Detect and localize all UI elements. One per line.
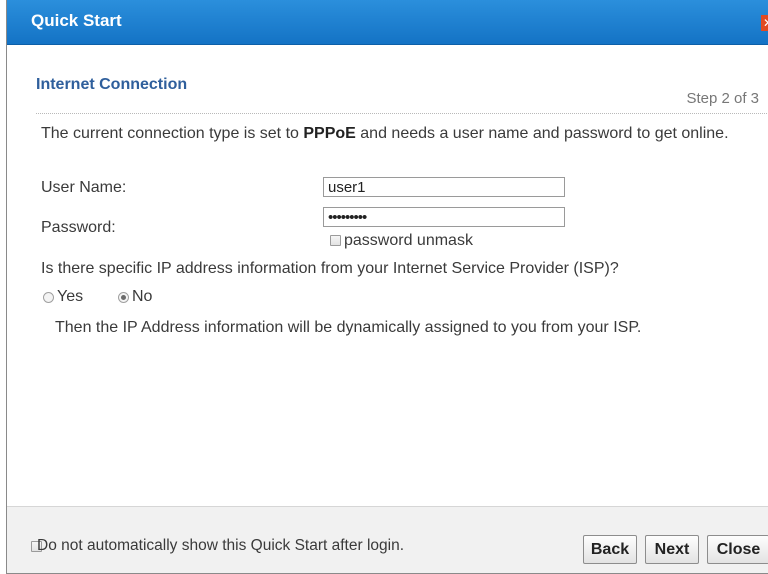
dialog-title-bar: Quick Start ✕ <box>7 0 768 45</box>
dialog-title: Quick Start <box>31 11 122 30</box>
user-name-input[interactable] <box>323 177 565 197</box>
back-button[interactable]: Back <box>583 535 637 564</box>
yes-radio-label[interactable]: Yes <box>57 288 83 306</box>
connection-type: PPPoE <box>303 125 356 142</box>
password-unmask-label[interactable]: password unmask <box>344 232 473 250</box>
no-radio-label[interactable]: No <box>132 288 152 306</box>
ip-info-text: Then the IP Address information will be … <box>55 319 642 336</box>
close-icon[interactable]: ✕ <box>761 15 768 31</box>
password-unmask-checkbox[interactable] <box>330 235 341 246</box>
no-radio[interactable] <box>118 292 129 303</box>
quick-start-dialog: Quick Start ✕ Internet Connection Step 2… <box>6 0 768 574</box>
password-input[interactable] <box>323 207 565 227</box>
section-divider <box>36 113 768 114</box>
next-button[interactable]: Next <box>645 535 699 564</box>
intro-text-before: The current connection type is set to <box>41 125 304 142</box>
close-button[interactable]: Close <box>707 535 768 564</box>
yes-radio[interactable] <box>43 292 54 303</box>
section-title: Internet Connection <box>36 76 188 93</box>
intro-text-after: and needs a user name and password to ge… <box>355 125 729 142</box>
connection-description: The current connection type is set to PP… <box>41 124 741 143</box>
isp-question: Is there specific IP address information… <box>41 260 619 277</box>
password-label: Password: <box>41 219 116 236</box>
auto-show-label[interactable]: Do not automatically show this Quick Sta… <box>37 537 404 555</box>
step-indicator: Step 2 of 3 <box>686 90 759 107</box>
user-name-label: User Name: <box>41 179 127 196</box>
